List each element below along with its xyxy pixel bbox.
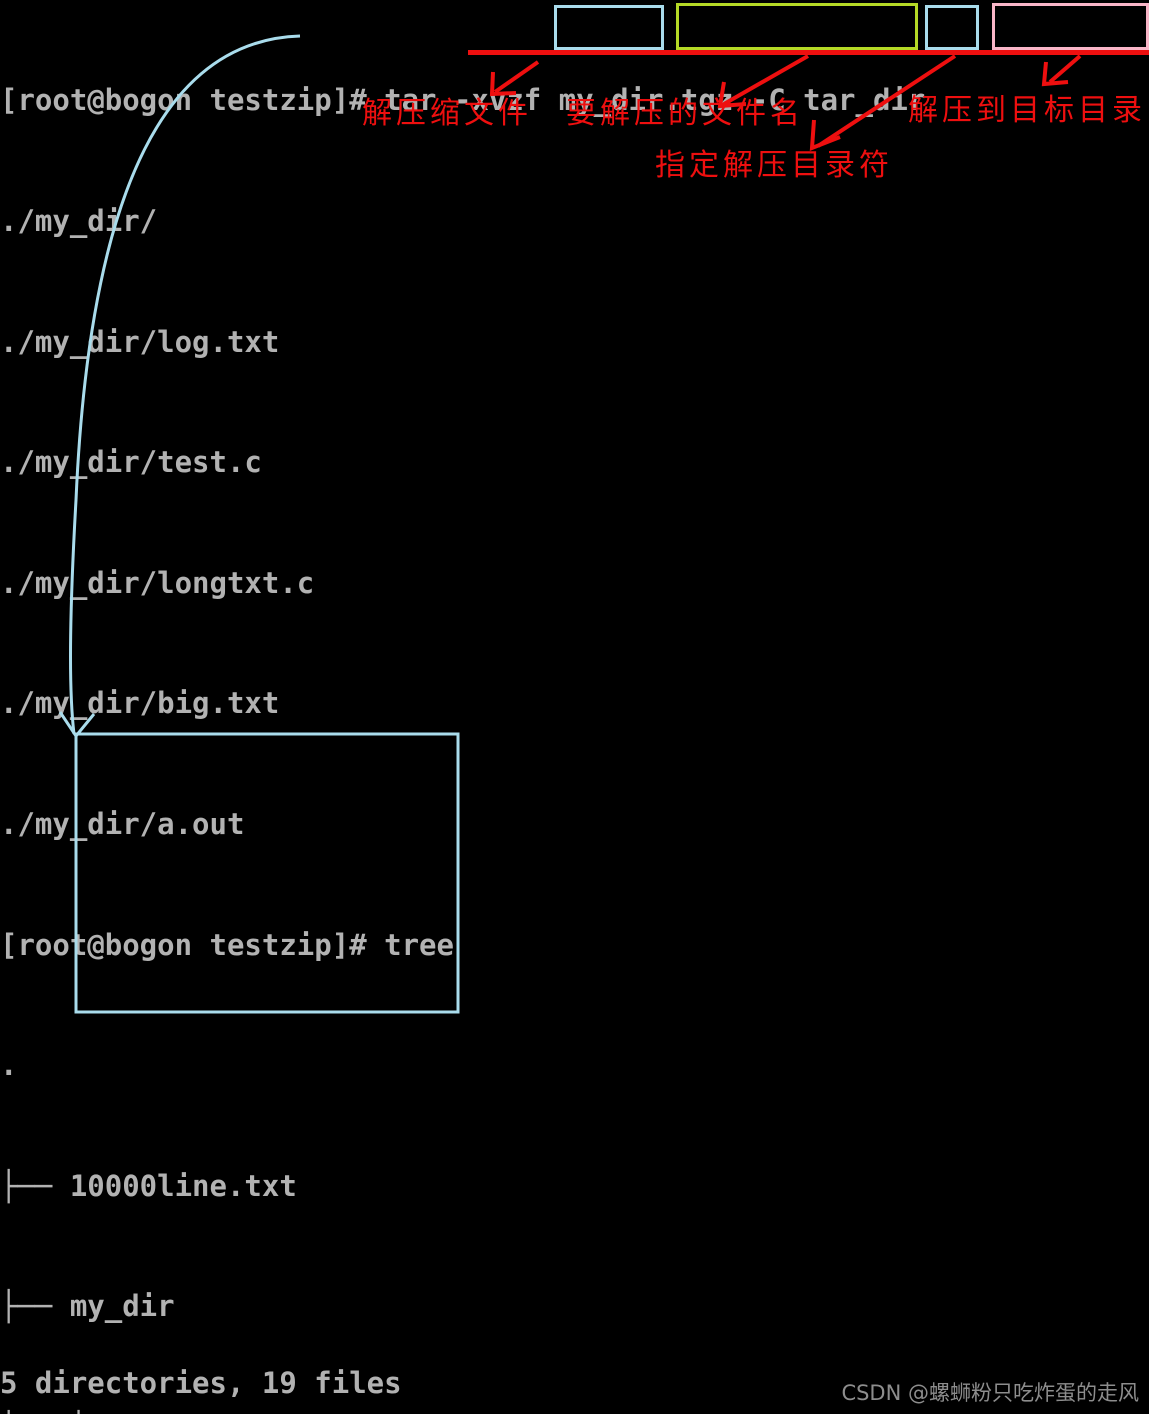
tree-line-root: . <box>0 1048 18 1083</box>
tree-line-0: ├── 10000line.txt <box>0 1168 297 1203</box>
terminal-line-out-4: ./my_dir/big.txt <box>0 686 280 721</box>
terminal-line-out-5: ./my_dir/a.out <box>0 806 245 841</box>
terminal-line-out-1: ./my_dir/log.txt <box>0 324 280 359</box>
red-underline <box>468 50 1149 55</box>
terminal-line-prompt-tree: [root@bogon testzip]# tree <box>0 927 454 962</box>
terminal-output: [root@bogon testzip]# tar -xvzf my_dir.t… <box>0 0 1149 1414</box>
tree-line-1: ├── my_dir <box>0 1289 175 1324</box>
terminal-line-out-3: ./my_dir/longtxt.c <box>0 565 315 600</box>
tree-line-2: │ ├── a.out <box>0 1407 1149 1414</box>
terminal-line-out-0: ./my_dir/ <box>0 204 158 238</box>
annotation-label-targetdir: 解压到目标目录 <box>908 93 1146 128</box>
annotation-label-archive: 要解压的文件名 <box>566 96 804 131</box>
annotation-label-flags: 解压缩文件 <box>362 96 532 131</box>
terminal-screenshot: [root@bogon testzip]# tar -xvzf my_dir.t… <box>0 0 1149 1414</box>
csdn-watermark: CSDN @螺蛳粉只吃炸蛋的走风 <box>841 1381 1139 1405</box>
annotation-label-dirflag: 指定解压目录符 <box>655 148 893 183</box>
tree-summary: 5 directories, 19 files <box>0 1366 402 1400</box>
terminal-line-out-2: ./my_dir/test.c <box>0 445 262 480</box>
